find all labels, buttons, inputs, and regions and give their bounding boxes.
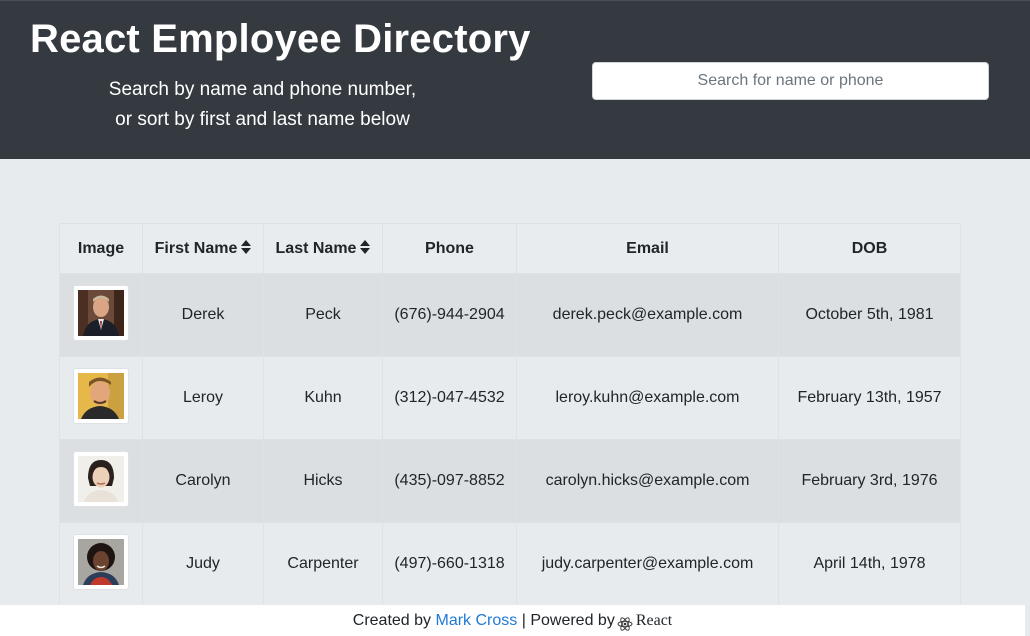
cell-email: carolyn.hicks@example.com [516, 439, 779, 523]
table-row: Judy Carpenter (497)-660-1318 judy.carpe… [59, 522, 961, 606]
page-footer: Created by Mark Cross | Powered by React [0, 605, 1025, 636]
cell-phone: (312)-047-4532 [382, 356, 517, 440]
sort-icon[interactable] [241, 240, 252, 255]
avatar [73, 367, 129, 424]
table-row: Leroy Kuhn (312)-047-4532 leroy.kuhn@exa… [59, 356, 961, 440]
cell-first-name: Leroy [142, 356, 264, 440]
cell-phone: (497)-660-1318 [382, 522, 517, 606]
cell-email: derek.peck@example.com [516, 273, 779, 357]
cell-last-name: Peck [263, 273, 383, 357]
subtitle-line-2: or sort by first and last name below [115, 109, 410, 130]
cell-image [59, 522, 143, 606]
footer-created-by: Created by [352, 612, 432, 629]
footer-react-label: React [635, 612, 673, 629]
cell-last-name: Carpenter [263, 522, 383, 606]
column-header-dob: DOB [778, 223, 961, 274]
cell-first-name: Derek [142, 273, 264, 357]
column-header-phone: Phone [382, 223, 517, 274]
cell-first-name: Judy [142, 522, 264, 606]
avatar-photo-derek [78, 289, 124, 336]
cell-dob: April 14th, 1978 [778, 522, 961, 606]
page-subtitle: Search by name and phone number, or sort… [30, 75, 495, 135]
cell-dob: February 13th, 1957 [778, 356, 961, 440]
column-header-last-name[interactable]: Last Name [263, 223, 383, 274]
column-header-first-name[interactable]: First Name [142, 223, 264, 274]
avatar-photo-leroy [78, 372, 124, 419]
page-title: React Employee Directory [30, 17, 531, 61]
avatar-photo-carolyn [78, 455, 124, 502]
cell-last-name: Hicks [263, 439, 383, 523]
subtitle-line-1: Search by name and phone number, [108, 79, 417, 100]
employee-table: Image First Name Last Name Phone Email D… [59, 223, 961, 606]
cell-last-name: Kuhn [263, 356, 383, 440]
sort-icon[interactable] [360, 240, 371, 255]
search-input[interactable] [592, 62, 989, 100]
avatar [73, 533, 129, 590]
employee-table-container: Image First Name Last Name Phone Email D… [59, 223, 961, 606]
cell-image [59, 273, 143, 357]
cell-image [59, 439, 143, 523]
cell-image [59, 356, 143, 440]
react-logo-icon [617, 612, 633, 631]
table-row: Carolyn Hicks (435)-097-8852 carolyn.hic… [59, 439, 961, 523]
table-header-row: Image First Name Last Name Phone Email D… [59, 223, 961, 274]
cell-dob: February 3rd, 1976 [778, 439, 961, 523]
author-link[interactable]: Mark Cross [435, 612, 517, 629]
table-row: Derek Peck (676)-944-2904 derek.peck@exa… [59, 273, 961, 357]
cell-dob: October 5th, 1981 [778, 273, 961, 357]
search-box [592, 62, 989, 100]
footer-powered-by: | Powered by [521, 612, 615, 629]
cell-first-name: Carolyn [142, 439, 264, 523]
avatar-photo-judy [78, 538, 124, 585]
cell-email: judy.carpenter@example.com [516, 522, 779, 606]
cell-phone: (676)-944-2904 [382, 273, 517, 357]
cell-phone: (435)-097-8852 [382, 439, 517, 523]
column-header-image: Image [59, 223, 143, 274]
avatar [73, 284, 129, 341]
avatar [73, 450, 129, 507]
page-header: React Employee Directory Search by name … [0, 0, 1030, 159]
column-header-email: Email [516, 223, 779, 274]
cell-email: leroy.kuhn@example.com [516, 356, 779, 440]
